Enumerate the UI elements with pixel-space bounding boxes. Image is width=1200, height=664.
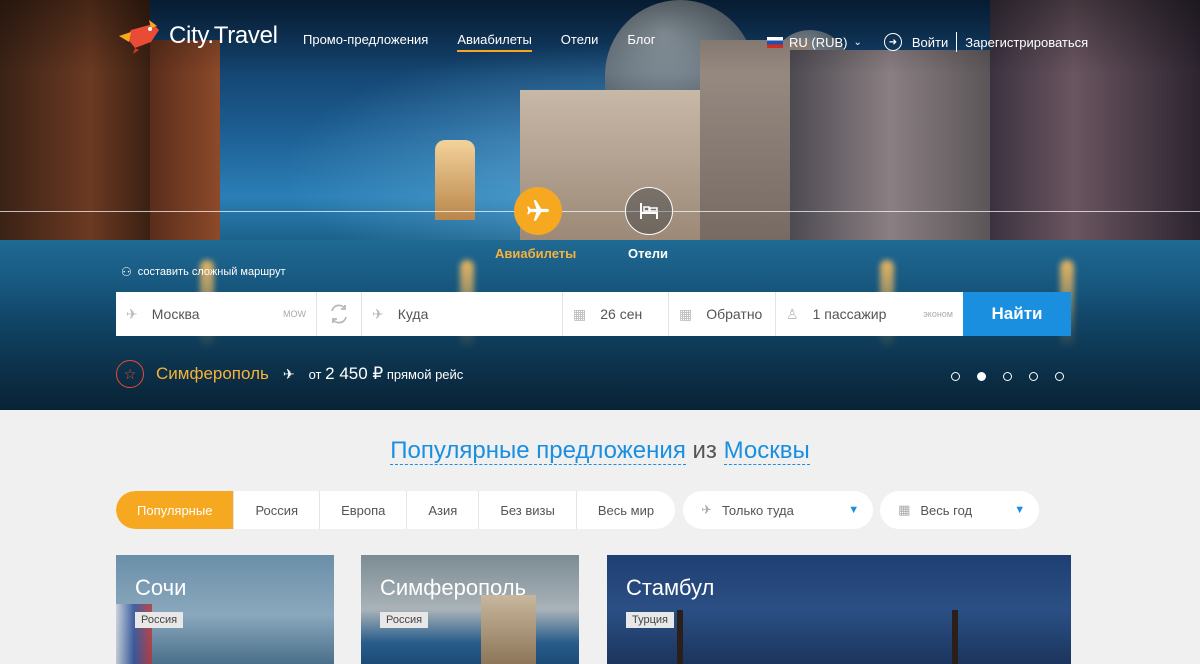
bed-icon (640, 203, 658, 219)
logo[interactable]: City.Travel (117, 16, 278, 56)
price-prefix: от (308, 367, 322, 382)
chevron-down-icon: ▼ (848, 504, 860, 516)
origin-code: MOW (283, 309, 306, 319)
card-country-badge: Россия (380, 612, 429, 628)
popular-offers-link[interactable]: Популярные предложения (390, 437, 686, 465)
card-city: Стамбул (626, 575, 715, 600)
nav-hotels[interactable]: Отели (561, 32, 599, 52)
swap-button[interactable] (317, 292, 362, 336)
card-photo (481, 595, 536, 664)
search-button[interactable]: Найти (963, 292, 1071, 336)
divider (956, 32, 958, 52)
slider-dot-active[interactable] (977, 372, 986, 381)
tab-asia[interactable]: Азия (407, 491, 480, 529)
destination-placeholder: Куда (397, 306, 429, 322)
return-date-placeholder: Обратно (706, 306, 763, 322)
bird-logo-icon (117, 16, 165, 56)
complex-route-label: составить сложный маршрут (137, 266, 286, 278)
passengers-field[interactable]: ♙ 1 пассажир эконом (776, 292, 963, 336)
login-arrow-icon[interactable]: ➜ (883, 33, 902, 51)
hero-shade (0, 0, 1200, 410)
price-value: 2 450 ₽ (325, 364, 384, 383)
tab-russia[interactable]: Россия (234, 491, 321, 529)
tab-line (0, 211, 1200, 212)
destination-card[interactable]: Симферополь Россия (361, 555, 579, 664)
origin-value: Москва (151, 306, 200, 322)
register-link[interactable]: Зарегистрироваться (965, 35, 1088, 50)
period-value: Весь год (920, 502, 973, 518)
russia-flag-icon (767, 36, 783, 48)
tab-europe[interactable]: Европа (320, 491, 408, 529)
slider-dot[interactable] (951, 372, 960, 381)
slider-dots (951, 372, 1081, 381)
takeoff-icon: ✈ (701, 502, 712, 517)
calendar-icon: ▦ (898, 502, 911, 517)
card-city: Сочи (135, 575, 187, 600)
popular-title: Популярные предложения из Москвы (0, 437, 1200, 465)
main-nav: Промо-предложения Авиабилеты Отели Блог (303, 32, 684, 52)
landing-icon: ✈ (372, 305, 384, 322)
departure-date-field[interactable]: ▦ 26 сен (563, 292, 669, 336)
plane-icon (527, 200, 549, 221)
nav-flights[interactable]: Авиабилеты (457, 32, 532, 52)
origin-field[interactable]: ✈ Москва MOW (116, 292, 317, 336)
promo-offer[interactable]: ☆ Симферополь ✈ от 2 450 ₽ прямой рейс (116, 360, 463, 388)
nav-blog[interactable]: Блог (627, 32, 655, 52)
tab-flights-label[interactable]: Авиабилеты (495, 246, 576, 261)
promo-price: от 2 450 ₽ прямой рейс (309, 364, 464, 384)
chevron-down-icon: ▼ (1014, 504, 1026, 516)
cabin-class: эконом (923, 309, 953, 319)
card-country-badge: Россия (135, 612, 184, 628)
region-tabs: Популярные Россия Европа Азия Без визы В… (116, 491, 676, 529)
minaret (952, 610, 958, 664)
star-icon: ☆ (116, 360, 144, 388)
card-city: Симферополь (380, 575, 527, 600)
route-icon: ⚇ (121, 265, 132, 279)
departure-date-value: 26 сен (600, 306, 643, 322)
slider-dot[interactable] (1029, 372, 1038, 381)
direction-value: Только туда (721, 502, 794, 518)
tab-hotels[interactable] (625, 187, 673, 235)
slider-dot[interactable] (1055, 372, 1064, 381)
chevron-down-icon[interactable]: ⌄ (854, 37, 862, 48)
login-link[interactable]: Войти (912, 35, 948, 50)
direction-dropdown[interactable]: ✈ Только туда ▼ (683, 491, 874, 529)
hero-banner (0, 0, 1200, 410)
period-dropdown[interactable]: ▦ Весь год ▼ (880, 491, 1040, 529)
tab-flights[interactable] (514, 187, 562, 235)
origin-city-link[interactable]: Москвы (723, 437, 810, 465)
calendar-icon: ▦ (679, 305, 693, 322)
flight-search-form: ✈ Москва MOW ✈ Куда ▦ 26 сен ▦ Обратно ♙… (116, 292, 1071, 336)
return-date-field[interactable]: ▦ Обратно (669, 292, 776, 336)
tab-world[interactable]: Весь мир (577, 491, 675, 529)
complex-route-link[interactable]: ⚇ составить сложный маршрут (121, 265, 286, 279)
currency-selector[interactable]: RU (RUB) (789, 35, 848, 50)
slider-dot[interactable] (1003, 372, 1012, 381)
flight-type: прямой рейс (386, 367, 464, 382)
destination-field[interactable]: ✈ Куда (362, 292, 563, 336)
destination-card[interactable]: Стамбул Турция (607, 555, 1071, 664)
nav-promo[interactable]: Промо-предложения (303, 32, 428, 52)
promo-city: Симферополь (156, 364, 269, 383)
takeoff-icon: ✈ (126, 305, 138, 322)
tab-popular[interactable]: Популярные (116, 491, 235, 529)
destination-card[interactable]: Сочи Россия (116, 555, 334, 664)
card-country-badge: Турция (626, 612, 674, 628)
calendar-icon: ▦ (573, 305, 587, 322)
plane-icon: ✈ (282, 365, 295, 382)
person-icon: ♙ (786, 305, 799, 322)
tab-visa-free[interactable]: Без визы (479, 491, 577, 529)
minaret (677, 610, 683, 664)
logo-text: City.Travel (169, 22, 278, 49)
top-right-controls: RU (RUB) ⌄ ➜ Войти Зарегистрироваться (767, 32, 1088, 52)
title-from: из (692, 437, 717, 464)
popular-filters: Популярные Россия Европа Азия Без визы В… (116, 491, 1040, 529)
swap-icon (331, 304, 347, 324)
passengers-value: 1 пассажир (812, 306, 887, 322)
tab-hotels-label[interactable]: Отели (628, 246, 668, 261)
